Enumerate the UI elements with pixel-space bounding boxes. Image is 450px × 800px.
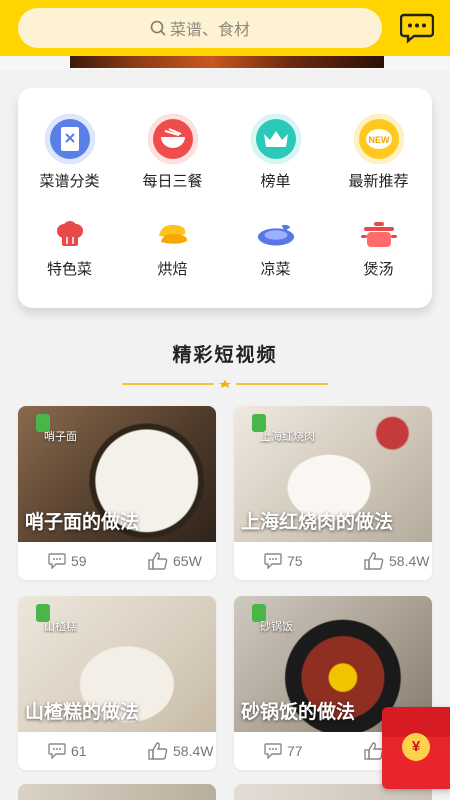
title-divider-icon — [122, 380, 328, 388]
video-thumbnail[interactable]: 哨子面 哨子面的做法 — [18, 406, 216, 542]
video-title: 上海红烧肉的做法 — [241, 512, 394, 533]
comment-count[interactable]: 75 — [264, 553, 364, 569]
video-title: 砂锅饭的做法 — [241, 702, 356, 723]
video-title: 哨子面的做法 — [25, 512, 140, 533]
recipe-book-icon — [44, 114, 95, 164]
soup-pot-icon — [359, 218, 399, 252]
comment-icon — [48, 553, 66, 569]
like-count-text: 58.4W — [389, 553, 430, 569]
video-tag: 哨子面 — [44, 431, 77, 443]
chef-hat-icon — [50, 218, 90, 252]
category-label: 烘焙 — [157, 261, 188, 278]
comment-icon — [264, 553, 282, 569]
bowl-icon — [147, 114, 198, 164]
category-label: 特色菜 — [46, 261, 92, 278]
category-label: 煲汤 — [363, 261, 394, 278]
red-packet-button[interactable]: ¥ — [382, 707, 450, 789]
top-bar: 菜谱、食材 — [0, 0, 450, 56]
video-title: 山楂糕的做法 — [25, 702, 140, 723]
dish-icon — [256, 218, 296, 252]
chat-bubble-icon — [399, 13, 435, 44]
category-new-recommend[interactable]: NEW 最新推荐 — [327, 114, 430, 191]
video-card[interactable]: 哨子面 哨子面的做法 59 65W — [18, 406, 216, 580]
comment-count[interactable]: 59 — [48, 553, 148, 569]
bread-icon — [153, 218, 193, 252]
crown-icon — [250, 114, 301, 164]
category-soup[interactable]: 煲汤 — [327, 218, 430, 279]
video-tag: 上海红烧肉 — [260, 431, 315, 443]
category-cold-dish[interactable]: 凉菜 — [224, 218, 327, 279]
comment-count-text: 61 — [71, 743, 87, 759]
section-title: 精彩短视频 — [172, 344, 278, 366]
category-recipe-classify[interactable]: 菜谱分类 — [18, 114, 121, 191]
video-card[interactable]: 上海红烧肉 上海红烧肉的做法 75 58.4W — [234, 406, 432, 580]
comment-count-text: 59 — [71, 553, 87, 569]
thumbs-up-icon — [364, 742, 384, 760]
video-stats: 75 58.4W — [234, 542, 432, 580]
thumbs-up-icon — [364, 552, 384, 570]
thumbs-up-icon — [148, 552, 168, 570]
category-ranking[interactable]: 榜单 — [224, 114, 327, 191]
yuan-coin-icon: ¥ — [402, 733, 430, 761]
like-count-text: 65W — [173, 553, 202, 569]
category-label: 最新推荐 — [348, 173, 409, 190]
video-card-peek[interactable] — [18, 784, 216, 800]
category-label: 凉菜 — [260, 261, 291, 278]
video-thumbnail[interactable]: 上海红烧肉 上海红烧肉的做法 — [234, 406, 432, 542]
video-stats: 59 65W — [18, 542, 216, 580]
category-specialty[interactable]: 特色菜 — [18, 218, 121, 279]
like-count[interactable]: 58.4W — [364, 552, 429, 570]
like-count-text: 58.4W — [173, 743, 214, 759]
category-baking[interactable]: 烘焙 — [121, 218, 224, 279]
like-count[interactable]: 58.4W — [148, 742, 213, 760]
search-placeholder: 菜谱、食材 — [169, 22, 250, 39]
video-thumbnail[interactable]: 山楂糕 山楂糕的做法 — [18, 596, 216, 732]
category-label: 榜单 — [260, 173, 291, 190]
category-label: 每日三餐 — [142, 173, 203, 190]
video-tag: 山楂糕 — [44, 621, 77, 633]
comment-count-text: 75 — [287, 553, 303, 569]
category-label: 菜谱分类 — [39, 173, 100, 190]
comment-icon — [48, 743, 66, 759]
comment-count[interactable]: 77 — [264, 743, 364, 759]
category-grid: 菜谱分类 每日三餐 榜单 NEW 最新推荐 特色菜 烘焙 凉菜 煲汤 — [18, 88, 432, 308]
video-tag: 砂锅饭 — [260, 621, 293, 633]
svg-text:NEW: NEW — [368, 135, 390, 145]
banner-image[interactable] — [70, 56, 384, 68]
category-daily-meals[interactable]: 每日三餐 — [121, 114, 224, 191]
thumbs-up-icon — [148, 742, 168, 760]
search-icon — [150, 20, 166, 36]
video-card[interactable]: 山楂糕 山楂糕的做法 61 58.4W — [18, 596, 216, 770]
like-count[interactable]: 65W — [148, 552, 202, 570]
comment-icon — [264, 743, 282, 759]
search-bar[interactable]: 菜谱、食材 — [18, 8, 382, 48]
message-button[interactable] — [399, 12, 435, 44]
video-stats: 61 58.4W — [18, 732, 216, 770]
comment-count[interactable]: 61 — [48, 743, 148, 759]
comment-count-text: 77 — [287, 743, 303, 759]
new-badge-icon: NEW — [353, 114, 404, 164]
